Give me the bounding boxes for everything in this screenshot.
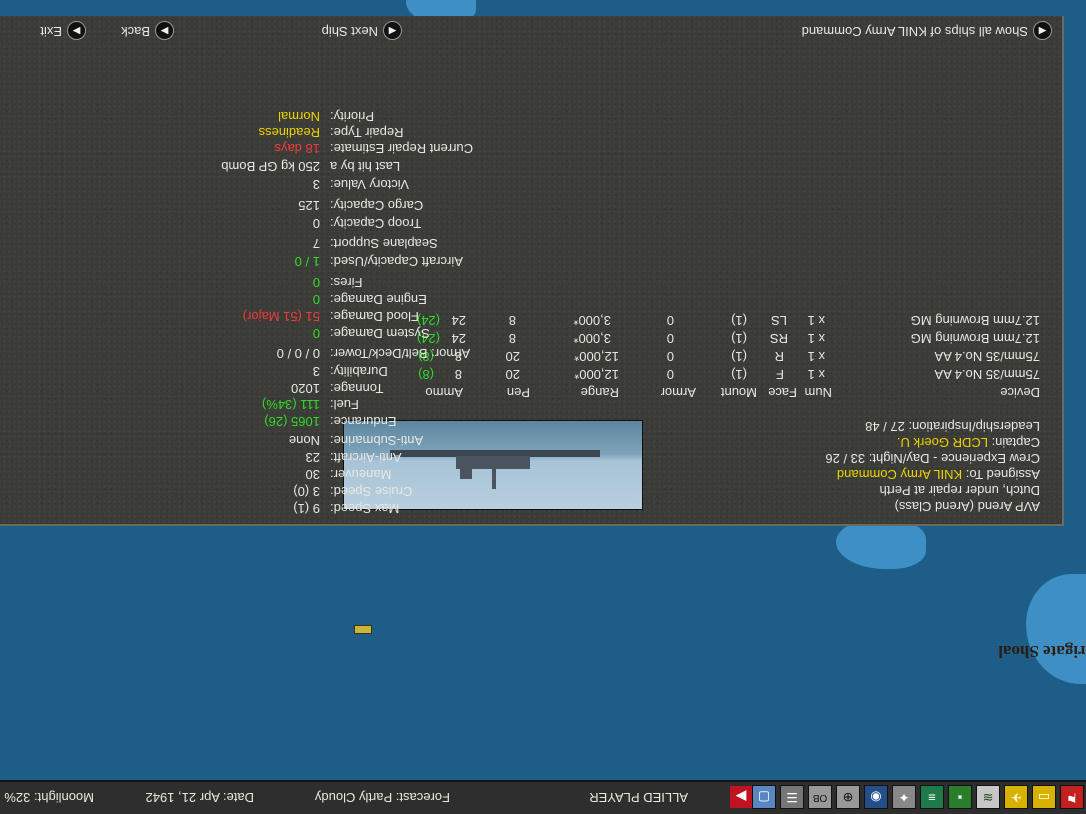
- stat-label: Current Repair Estimate:: [330, 141, 474, 156]
- stat-label: Endurance:: [330, 414, 397, 429]
- base-icon[interactable]: ▪: [948, 785, 972, 809]
- stat-label: Cruise Speed:: [330, 484, 413, 499]
- stat-value: 1065 (26): [264, 414, 320, 429]
- col-header-mount: Mount: [720, 385, 757, 400]
- stat-value: 0 / 0 / 0: [276, 346, 320, 361]
- stat-label: Armor: Belt/Deck/Tower:: [330, 346, 471, 361]
- stat-value: 51 (51 Major): [242, 309, 320, 324]
- ship-mast-shape: [492, 467, 496, 489]
- stat-label: Durability:: [330, 364, 388, 379]
- stat-value: Normal: [278, 109, 320, 124]
- map-place-label: Frigate Shoal: [998, 642, 1086, 661]
- stat-label: Anti-Aircraft:: [330, 450, 402, 465]
- stat-label: Last hit by a: [330, 159, 401, 174]
- col-header-pen: Pen: [506, 385, 530, 400]
- stat-value: 3 (0): [293, 484, 320, 499]
- assigned-to: Assigned To: KNIL Army Command: [836, 467, 1040, 482]
- stat-label: Repair Type:: [330, 125, 404, 140]
- col-header-num: Num: [804, 385, 832, 400]
- stat-value: 1 / 0: [294, 254, 320, 269]
- oob-icon[interactable]: OB: [808, 785, 832, 809]
- stat-value: 0: [312, 292, 320, 307]
- stat-value: 23: [305, 450, 320, 465]
- player-label: ALLIED PLAYER: [589, 790, 688, 805]
- stat-value: 1020: [291, 381, 320, 396]
- ship-details-dialog: AVP Arend (Arend Class) Dutch, under rep…: [0, 16, 1064, 526]
- captain: Captain: LCDR Goerk U.: [896, 435, 1040, 450]
- stat-value: 3: [312, 177, 320, 192]
- stat-value: 3: [312, 364, 320, 379]
- arrow-right-icon[interactable]: ▶: [730, 786, 752, 808]
- col-header-device: Device: [1000, 385, 1040, 400]
- stat-label: Cargo Capacity:: [330, 198, 424, 213]
- stat-value: 0: [312, 216, 320, 231]
- arrow-right-icon: ▶: [67, 21, 86, 40]
- ship-icon[interactable]: ▭: [1032, 785, 1056, 809]
- stat-label: Tonnage:: [330, 381, 384, 396]
- stat-label: Anti-Submarine:: [330, 433, 424, 448]
- stat-value: 30: [305, 467, 320, 482]
- col-header-armor: Armor: [660, 385, 696, 400]
- moonlight-text: Moonlight: 32%: [4, 790, 94, 805]
- target-icon[interactable]: ⊕: [836, 785, 860, 809]
- ship-status: Dutch, under repair at Perth: [879, 483, 1040, 498]
- land-mass: [1026, 574, 1086, 684]
- air-group-icon[interactable]: ✦: [892, 785, 916, 809]
- stat-value: 111 (34%): [261, 397, 320, 412]
- screen-icon[interactable]: ▢: [752, 785, 776, 809]
- col-header-ammo: Ammo: [425, 385, 463, 400]
- stat-value: 125: [298, 198, 320, 213]
- stat-value: None: [288, 433, 320, 448]
- stat-label: Troop Capacity:: [330, 216, 422, 231]
- globe-icon[interactable]: ◉: [864, 785, 888, 809]
- unit-marker-icon[interactable]: [354, 625, 372, 634]
- stat-value: 250 kg GP Bomb: [221, 159, 320, 174]
- stat-label: Fuel:: [330, 397, 359, 412]
- forecast-text: Forecast: Partly Cloudy: [314, 790, 450, 805]
- stat-value: 0: [312, 326, 320, 341]
- stat-value: 18 days: [274, 141, 320, 156]
- stat-label: System Damage:: [330, 326, 430, 341]
- stat-label: Maneuver:: [330, 467, 392, 482]
- sub-icon[interactable]: ≋: [976, 785, 1000, 809]
- stat-label: Seaplane Support:: [330, 236, 438, 251]
- stat-label: Victory Value:: [330, 177, 410, 192]
- plane-icon[interactable]: ✈: [1004, 785, 1028, 809]
- stat-value: 7: [312, 236, 320, 251]
- stat-label: Max Speed:: [330, 501, 400, 516]
- toolbar: ⚑ ▭ ✈ ≋ ▪ ≡ ✦ ◉ ⊕ OB ☰ ▢ ▶ ALLIED PLAYER…: [0, 780, 1086, 814]
- ship-funnel-shape: [460, 467, 472, 479]
- stat-label: Priority:: [330, 109, 375, 124]
- leadership: Leadership/Inspiration: 27 / 48: [865, 419, 1040, 434]
- stat-label: Engine Damage:: [330, 292, 427, 307]
- stat-label: Fires:: [330, 275, 363, 290]
- arrow-right-icon: ▶: [155, 21, 174, 40]
- stat-label: Aircraft Capacity/Used:: [330, 254, 463, 269]
- arrow-left-icon: ◀: [383, 21, 402, 40]
- stat-value: Readiness: [258, 125, 320, 140]
- convoy-icon[interactable]: ≡: [920, 785, 944, 809]
- land-mass: [836, 519, 926, 569]
- ship-name: AVP Arend (Arend Class): [894, 499, 1040, 514]
- flag-icon[interactable]: ⚑: [1060, 785, 1084, 809]
- stat-value: 9 (1): [293, 501, 320, 516]
- stat-label: Flood Damage:: [330, 309, 419, 324]
- date-text: Date: Apr 21, 1942: [145, 790, 254, 805]
- stat-value: 0: [312, 275, 320, 290]
- col-header-range: Range: [580, 385, 619, 400]
- col-header-face: Face: [768, 385, 797, 400]
- crew-experience: Crew Experience - Day/Night: 33 / 26: [825, 451, 1040, 466]
- list-icon[interactable]: ☰: [780, 785, 804, 809]
- arrow-left-icon: ◀: [1033, 21, 1052, 40]
